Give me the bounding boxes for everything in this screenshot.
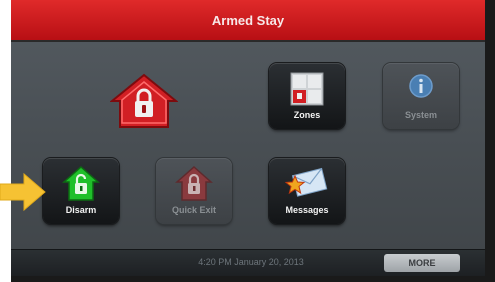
system-button[interactable]: System bbox=[383, 63, 459, 129]
info-icon bbox=[409, 74, 433, 98]
quick-exit-label: Quick Exit bbox=[171, 205, 216, 215]
pointer-arrow-icon bbox=[0, 172, 46, 212]
status-header: Armed Stay bbox=[11, 0, 485, 42]
messages-button[interactable]: Messages bbox=[269, 158, 345, 224]
messages-label: Messages bbox=[285, 205, 329, 215]
armed-status-icon[interactable] bbox=[109, 73, 179, 129]
timestamp: 4:20 PM January 20, 2013 bbox=[198, 257, 304, 267]
status-footer: 4:20 PM January 20, 2013 MORE bbox=[11, 249, 485, 276]
envelope-icon bbox=[285, 167, 328, 197]
touchscreen: Armed Stay Zones System Disarm Quick Exi… bbox=[11, 0, 485, 276]
disarm-label: Disarm bbox=[65, 205, 97, 215]
house-lock-icon bbox=[62, 165, 100, 201]
system-label: System bbox=[404, 110, 438, 120]
more-button[interactable]: MORE bbox=[384, 254, 460, 272]
zones-icon bbox=[290, 72, 324, 106]
page-title: Armed Stay bbox=[211, 12, 285, 28]
disarm-button[interactable]: Disarm bbox=[43, 158, 119, 224]
zones-label: Zones bbox=[293, 110, 321, 120]
quick-exit-button[interactable]: Quick Exit bbox=[156, 158, 232, 224]
house-lock-icon bbox=[175, 165, 213, 201]
armed-house-lock-icon bbox=[109, 73, 179, 128]
zones-button[interactable]: Zones bbox=[269, 63, 345, 129]
